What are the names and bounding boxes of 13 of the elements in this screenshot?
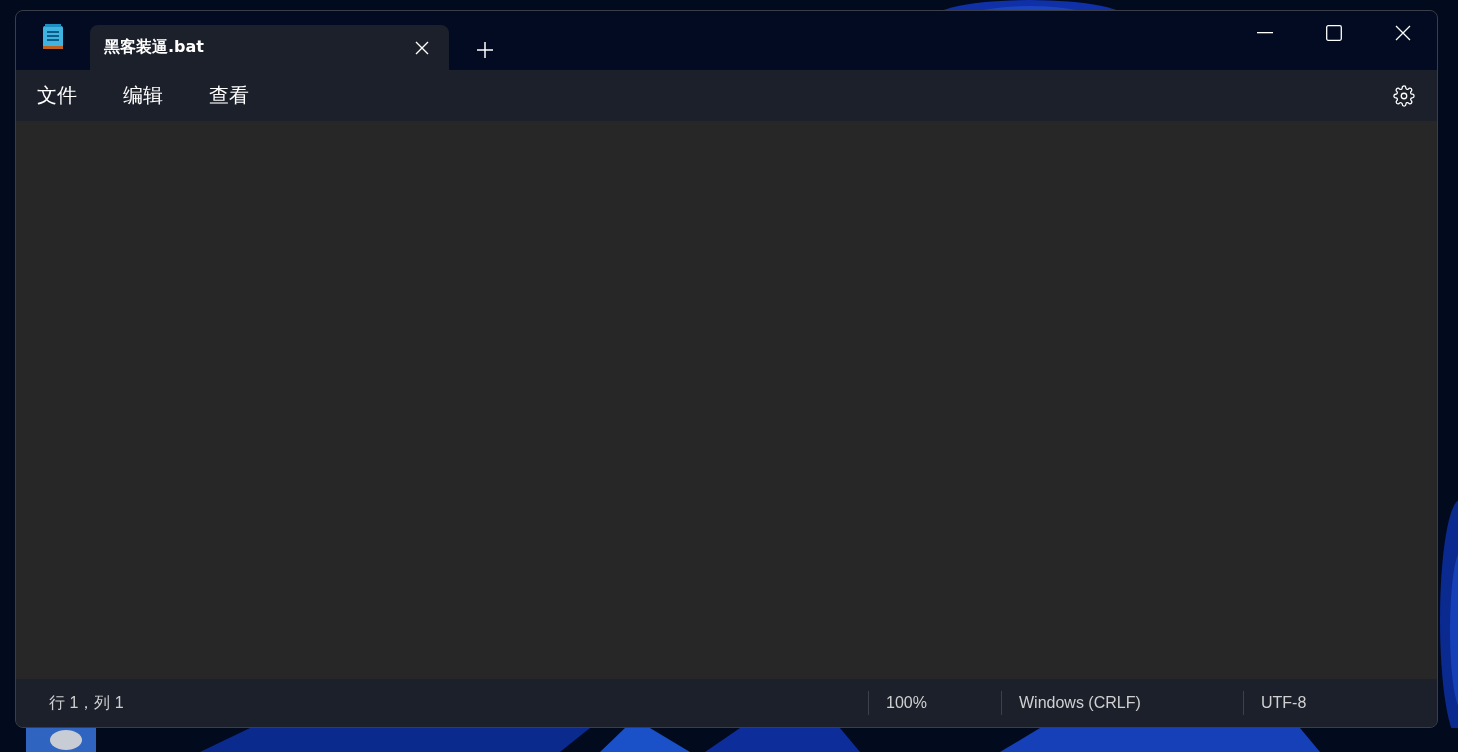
menu-item[interactable]: 文件 — [28, 74, 86, 117]
notepad-icon — [42, 24, 64, 50]
settings-icon[interactable] — [1393, 84, 1415, 107]
desktop-shortcut-icon[interactable] — [26, 728, 96, 752]
cursor-position: 行 1，列 1 — [48, 692, 125, 713]
new-tab-icon[interactable] — [477, 42, 493, 58]
line-ending: Windows (CRLF) — [1019, 694, 1141, 712]
menu-item[interactable]: 查看 — [200, 74, 258, 117]
file-tab[interactable]: 黑客装逼.bat — [90, 25, 449, 70]
zoom-level: 100% — [886, 694, 927, 712]
close-tab-icon[interactable] — [415, 40, 429, 55]
encoding: UTF-8 — [1261, 694, 1307, 712]
menu-item[interactable]: 编辑 — [114, 74, 172, 117]
